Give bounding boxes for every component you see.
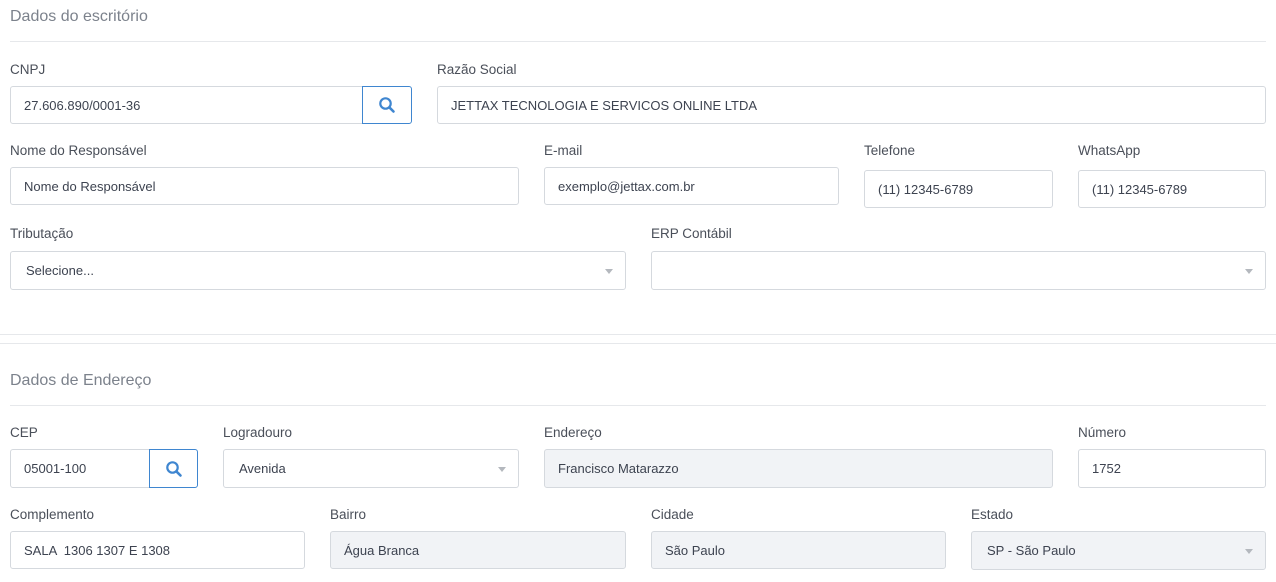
cep-label: CEP [10,425,38,440]
endereco-label: Endereço [544,425,602,440]
erp-label: ERP Contábil [651,226,732,241]
razao-social-input[interactable]: JETTAX TECNOLOGIA E SERVICOS ONLINE LTDA [437,86,1266,124]
tributacao-selected-value: Selecione... [26,263,94,278]
email-input[interactable]: exemplo@jettax.com.br [544,167,839,205]
chevron-down-icon [605,268,613,274]
email-label: E-mail [544,143,583,158]
bairro-label: Bairro [330,507,367,522]
erp-select[interactable] [651,251,1266,290]
cnpj-search-button[interactable] [362,86,412,124]
search-icon [379,97,395,113]
endereco-input[interactable]: Francisco Matarazzo [544,449,1053,488]
responsavel-input[interactable]: Nome do Responsável [10,167,519,205]
logradouro-label: Logradouro [223,425,293,440]
cnpj-label: CNPJ [10,62,46,77]
section-separator [0,343,1276,344]
numero-label: Número [1078,425,1127,440]
section-title-office: Dados do escritório [10,8,148,25]
tributacao-select[interactable]: Selecione... [10,251,626,290]
complemento-label: Complemento [10,507,95,522]
responsavel-label: Nome do Responsável [10,143,147,158]
complemento-input[interactable]: SALA 1306 1307 E 1308 [10,531,305,569]
estado-selected-value: SP - São Paulo [987,543,1076,558]
chevron-down-icon [1245,548,1253,554]
section-divider [10,41,1266,42]
cep-search-button[interactable] [149,449,198,488]
logradouro-select[interactable]: Avenida [223,449,519,488]
telefone-label: Telefone [864,143,916,158]
cidade-label: Cidade [651,507,694,522]
razao-social-label: Razão Social [437,62,517,77]
estado-label: Estado [971,507,1014,522]
cidade-input[interactable]: São Paulo [651,531,946,569]
cep-input[interactable]: 05001-100 [10,449,150,488]
section-separator [0,334,1276,335]
tributacao-label: Tributação [10,226,74,241]
logradouro-selected-value: Avenida [239,461,286,476]
whatsapp-label: WhatsApp [1078,143,1141,158]
chevron-down-icon [498,466,506,472]
bairro-input[interactable]: Água Branca [330,531,626,569]
section-title-address: Dados de Endereço [10,372,152,389]
search-icon [165,460,182,477]
numero-input[interactable]: 1752 [1078,449,1266,488]
whatsapp-input[interactable]: (11) 12345-6789 [1078,170,1266,208]
cnpj-input[interactable]: 27.606.890/0001-36 [10,86,363,124]
chevron-down-icon [1245,268,1253,274]
estado-select[interactable]: SP - São Paulo [971,531,1266,570]
telefone-input[interactable]: (11) 12345-6789 [864,170,1053,208]
section-divider [10,405,1266,406]
